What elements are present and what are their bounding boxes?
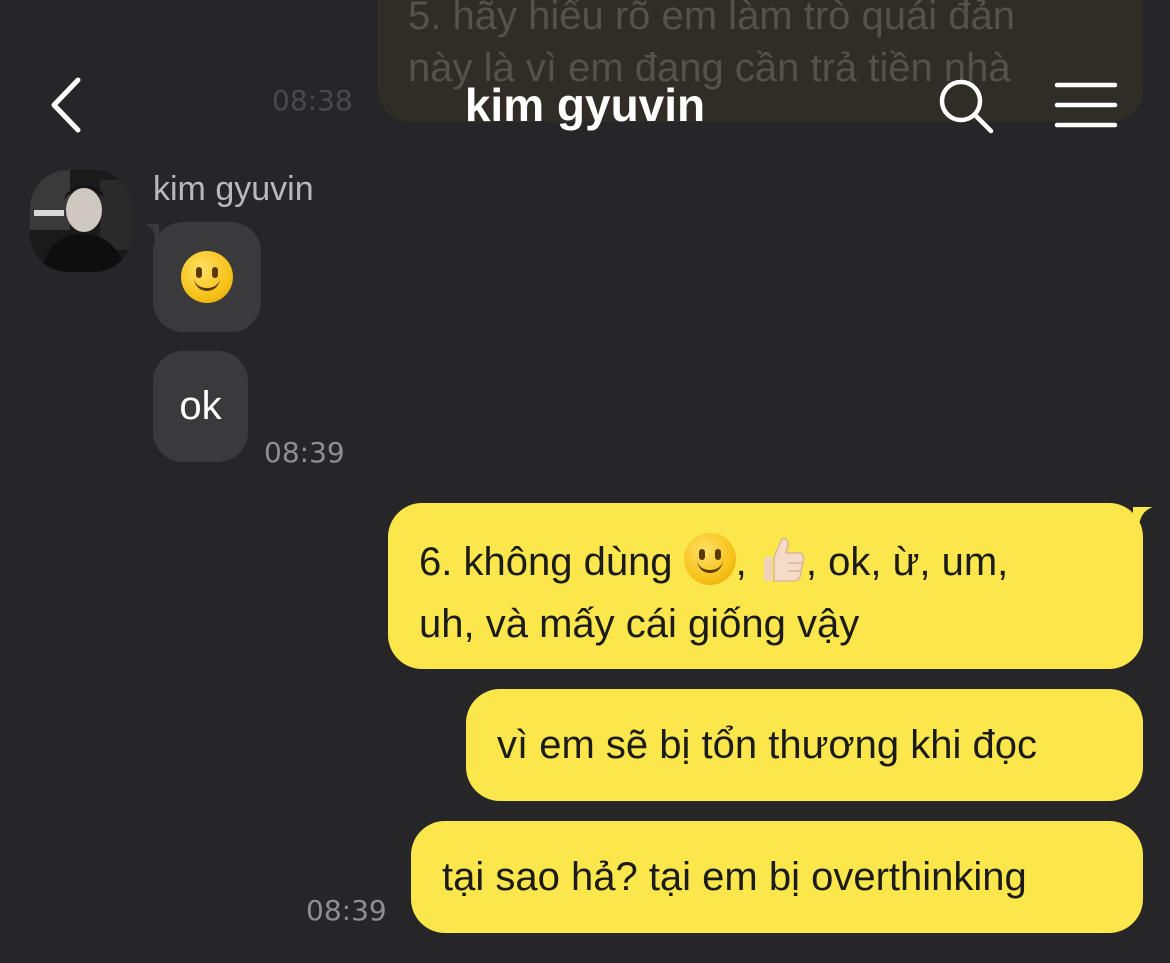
outgoing-message-overthinking[interactable]: tại sao hả? tại em bị overthinking [411, 821, 1143, 933]
incoming-message-label: ok [179, 384, 222, 428]
message-text-prefix: 6. không dùng [419, 540, 684, 584]
menu-button[interactable] [1054, 80, 1118, 130]
previous-message-line-1: 5. hãy hiểu rõ em làm trò quái đản [408, 0, 1016, 38]
slightly-smiling-face-icon [181, 251, 233, 303]
search-icon [939, 79, 994, 134]
outgoing-message-label: vì em sẽ bị tổn thương khi đọc [497, 723, 1037, 767]
message-text-suffix: , ok, ừ, um, [805, 540, 1009, 584]
avatar-photo [30, 170, 132, 272]
incoming-message-emoji[interactable] [145, 222, 261, 332]
bubble-tail [1133, 507, 1153, 525]
incoming-message-text[interactable]: ok [153, 351, 248, 462]
outgoing-message-rules[interactable]: 6. không dùng , , ok, ừ, um, uh, và mấy … [388, 503, 1153, 669]
slightly-smiling-face-icon [683, 533, 736, 598]
message-text-separator: , [735, 540, 758, 584]
thumbs-up-icon [758, 533, 806, 585]
outgoing-message-label: tại sao hả? tại em bị overthinking [442, 855, 1027, 899]
bubble-tail [145, 224, 159, 240]
avatar[interactable] [30, 170, 132, 272]
search-button[interactable] [936, 76, 996, 136]
outgoing-message-line-2: uh, và mấy cái giống vậy [419, 602, 860, 646]
outgoing-message-line-1: 6. không dùng , , ok, ừ, um, [419, 533, 1143, 598]
incoming-message-time: 08:39 [264, 436, 345, 469]
sender-name: kim gyuvin [153, 170, 314, 208]
outgoing-message-hurt[interactable]: vì em sẽ bị tổn thương khi đọc [466, 689, 1143, 801]
outgoing-message-time: 08:39 [306, 894, 387, 927]
hamburger-menu-icon [1054, 82, 1118, 128]
